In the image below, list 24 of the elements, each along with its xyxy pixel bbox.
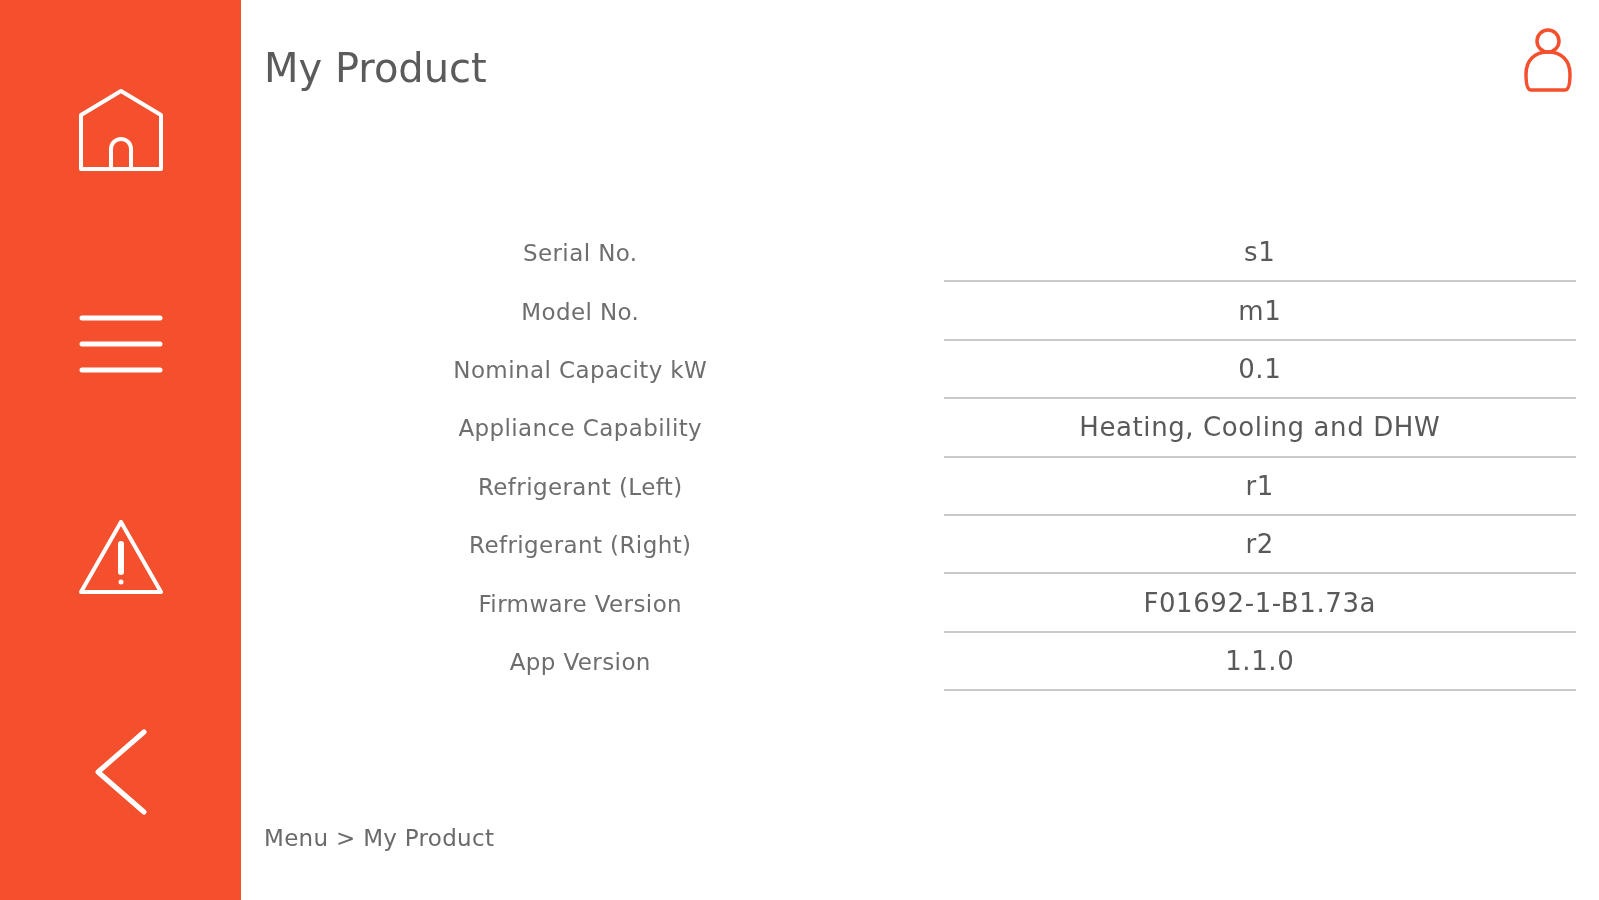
field-value: 0.1 (943, 340, 1576, 400)
field-label: Appliance Capability (458, 415, 703, 442)
field-value: Heating, Cooling and DHW (943, 399, 1576, 458)
user-icon (1523, 28, 1573, 94)
field-value: s1 (943, 224, 1576, 283)
field-label: App Version (509, 648, 651, 675)
menu-icon (78, 315, 163, 373)
warning-icon (78, 520, 163, 596)
field-label: Refrigerant (Right) (469, 532, 692, 559)
field-value: r2 (943, 515, 1576, 575)
field-value: m1 (943, 282, 1576, 341)
field-label: Serial No. (522, 240, 638, 267)
field-value: F01692-1-B1.73a (943, 574, 1576, 633)
field-label: Firmware Version (478, 590, 683, 617)
user-button[interactable] (1523, 28, 1573, 94)
field-value: 1.1.0 (943, 632, 1576, 692)
field-label: Refrigerant (Left) (477, 473, 683, 500)
page-title: My Product (264, 44, 487, 92)
field-label: Nominal Capacity kW (453, 356, 708, 383)
field-value: r1 (943, 457, 1576, 516)
home-icon (78, 89, 163, 171)
back-chevron-icon (94, 729, 147, 815)
breadcrumb: Menu > My Product (264, 825, 495, 851)
field-label: Model No. (521, 298, 640, 325)
